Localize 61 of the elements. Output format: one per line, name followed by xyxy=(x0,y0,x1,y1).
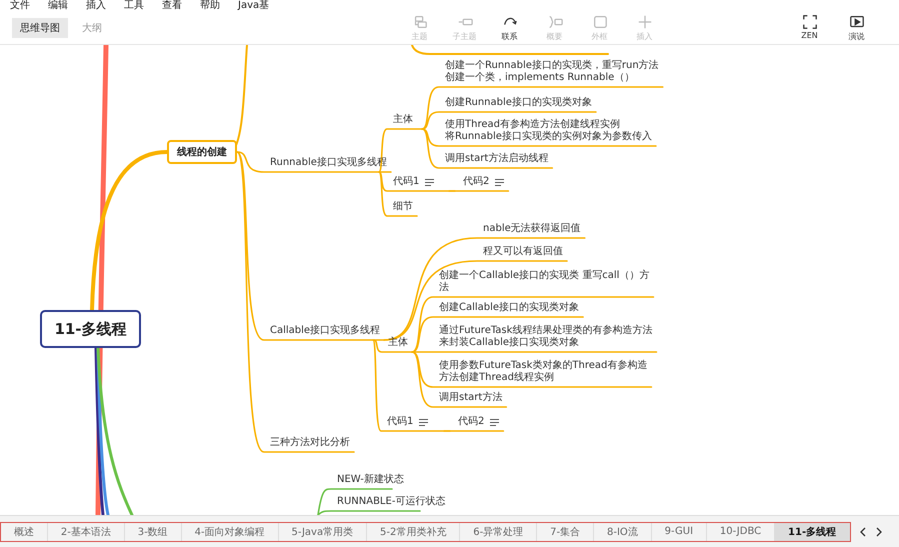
topic-label[interactable]: 创建Callable接口的实现类对象 xyxy=(439,302,580,314)
sheet-tab[interactable]: 2-基本语法 xyxy=(48,522,125,540)
topic-label[interactable]: 创建一个Runnable接口的实现类，重写run方法 xyxy=(445,60,659,72)
topic-label[interactable]: 方法创建Thread线程实例 xyxy=(439,372,648,384)
topic-label[interactable]: 调用start方法 xyxy=(439,392,502,404)
menu-item[interactable]: 插入 xyxy=(86,0,106,12)
topic-label[interactable]: 细节 xyxy=(393,201,413,213)
topic-label[interactable]: 程又可以有返回值 xyxy=(483,246,563,258)
topic-label[interactable]: 创建Runnable接口的实现类对象 xyxy=(445,97,592,109)
sheet-tab[interactable]: 7-集合 xyxy=(537,522,594,540)
sheet-tab[interactable]: 概述 xyxy=(1,522,48,540)
boundary-icon xyxy=(592,14,608,30)
topic-label[interactable]: NEW-新建状态 xyxy=(337,474,404,486)
topic-label[interactable]: 三种方法对比分析 xyxy=(270,437,350,449)
topic-label[interactable]: 使用参数FutureTask类对象的Thread有参构造 xyxy=(439,360,648,372)
topic-label[interactable]: 使用Thread有参构造方法创建线程实例 xyxy=(445,119,652,131)
topic-label[interactable]: nable无法获得返回值 xyxy=(483,223,581,235)
topic-label[interactable]: 将Runnable接口实现类的实例对象为参数传入 xyxy=(445,131,652,143)
topic-label[interactable]: 主体 xyxy=(388,337,408,349)
toolbar-button[interactable]: 联系 xyxy=(487,14,532,42)
menu-item[interactable]: 帮助 xyxy=(200,0,220,12)
note-icon[interactable] xyxy=(495,178,504,186)
toolbar-button[interactable]: 演说 xyxy=(834,14,879,42)
menu-item[interactable]: Java基 xyxy=(238,0,270,12)
topic-label[interactable]: 代码2 xyxy=(463,176,490,188)
summary-icon xyxy=(546,14,562,30)
topic-label[interactable]: 创建一个类，implements Runnable（） xyxy=(445,72,659,84)
sheet-tab[interactable]: 5-Java常用类 xyxy=(278,522,368,540)
view-tab[interactable]: 思维导图 xyxy=(12,18,68,38)
sheet-tab[interactable]: 8-IO流 xyxy=(594,522,652,540)
topic-label[interactable]: Callable接口实现多线程 xyxy=(270,325,380,337)
fullscreen-icon xyxy=(802,14,818,30)
topic-label[interactable]: 通过FutureTask线程结果处理类的有参构造方法 xyxy=(439,325,652,337)
main-topic[interactable]: 线程的创建 xyxy=(167,140,237,164)
sheet-tab[interactable]: 4-面向对象编程 xyxy=(182,522,279,540)
chevron-left-icon[interactable] xyxy=(859,526,867,536)
sheet-tab[interactable]: 3-数组 xyxy=(124,522,182,540)
topic-label[interactable]: 来封装Callable接口实现类对象 xyxy=(439,337,652,349)
topic-label[interactable]: 代码1 xyxy=(387,416,414,428)
menu-item[interactable]: 查看 xyxy=(162,0,182,12)
play-icon xyxy=(848,14,864,30)
toolbar-button[interactable]: ZEN xyxy=(787,14,832,42)
menu-item[interactable]: 编辑 xyxy=(48,0,68,12)
note-icon[interactable] xyxy=(490,418,500,426)
menu-item[interactable]: 工具 xyxy=(124,0,144,12)
note-icon[interactable] xyxy=(425,178,434,186)
central-topic[interactable]: 11-多线程 xyxy=(40,310,141,348)
topic-label[interactable]: 代码1 xyxy=(393,176,420,188)
topic-label[interactable]: 法 xyxy=(439,282,650,294)
sheet-tab[interactable]: 5-2常用类补充 xyxy=(367,522,460,540)
plus-icon xyxy=(636,14,652,30)
sheet-tab[interactable]: 6-异常处理 xyxy=(460,522,538,540)
topic-label[interactable]: 代码2 xyxy=(458,416,484,428)
sheet-tab[interactable]: 9-GUI xyxy=(652,522,707,540)
topic-label[interactable]: 调用start方法启动线程 xyxy=(445,153,548,165)
topic-label[interactable]: 创建一个Callable接口的实现类 重写call（）方 xyxy=(439,270,650,282)
chevron-right-icon[interactable] xyxy=(875,526,883,536)
sheet-tab[interactable]: 11-多线程 xyxy=(775,522,850,540)
topic-label[interactable]: 主体 xyxy=(393,114,413,126)
topic-label[interactable]: RUNNABLE-可运行状态 xyxy=(337,496,446,508)
note-icon[interactable] xyxy=(419,418,428,426)
